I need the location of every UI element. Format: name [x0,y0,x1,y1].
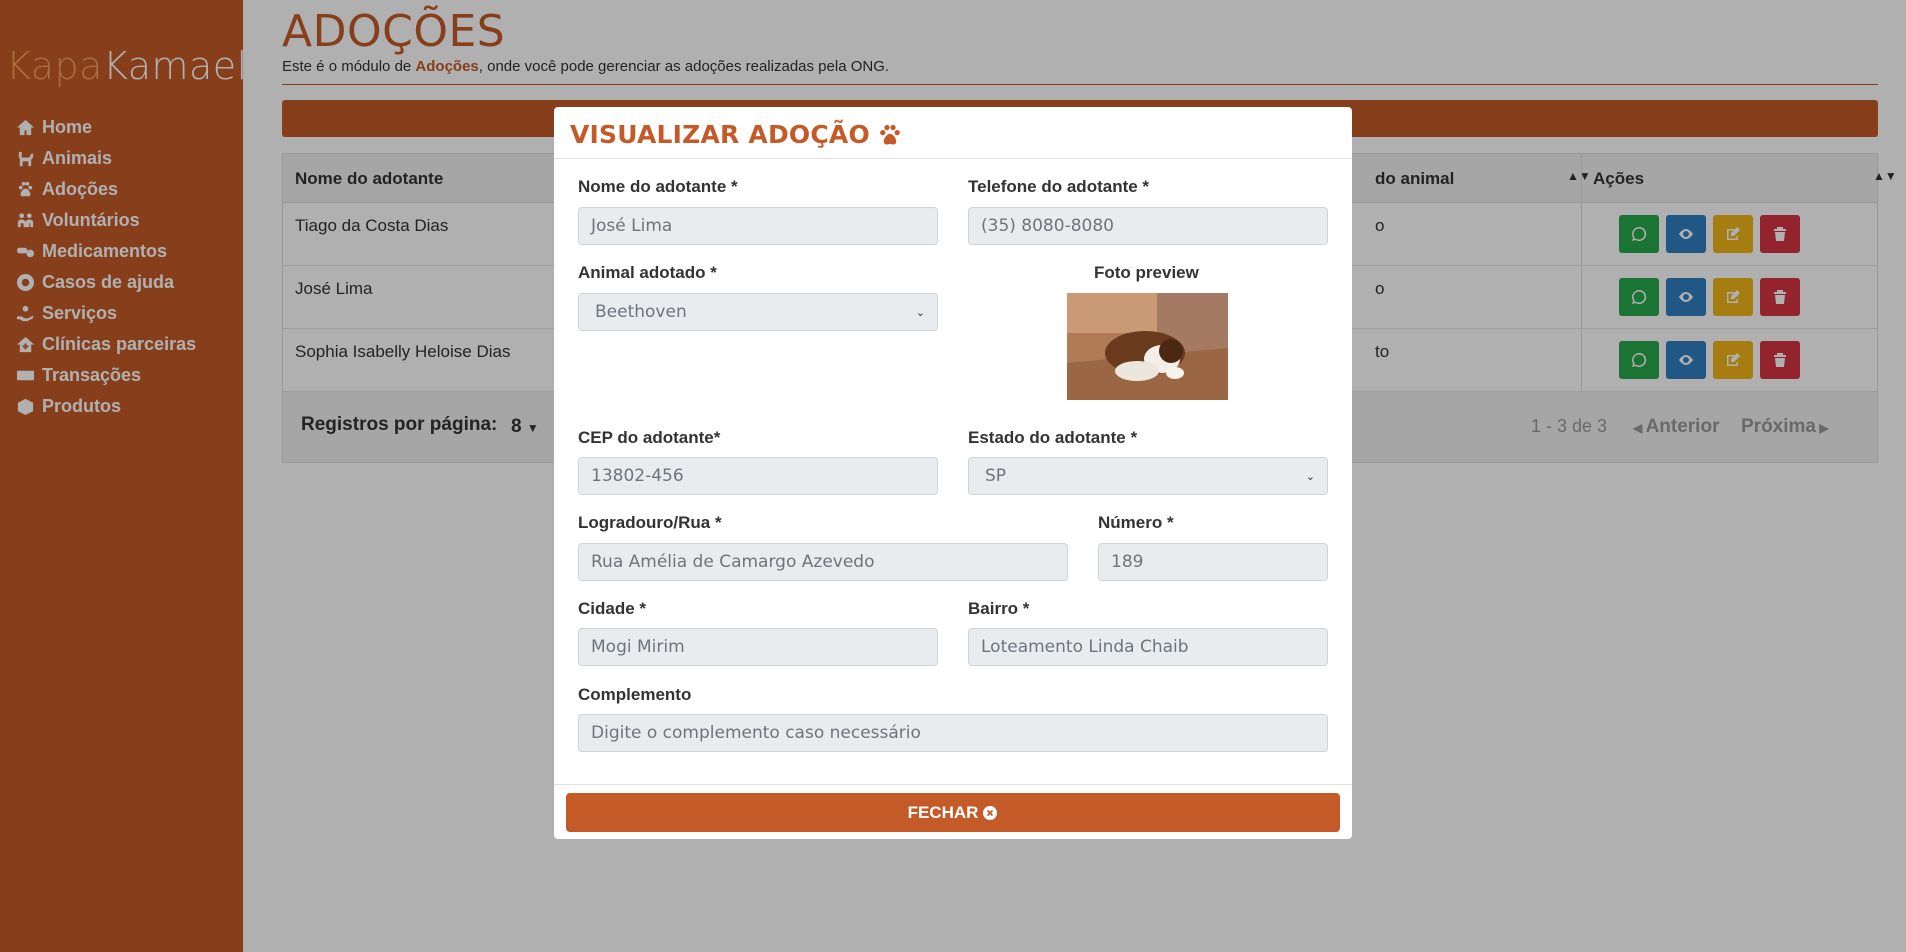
chevron-down-icon: ⌄ [1305,469,1315,483]
estado-select[interactable]: SP ⌄ [968,457,1328,495]
animal-photo [1067,293,1228,400]
animal-label: Animal adotado * [578,263,717,282]
cep-field[interactable]: 13802-456 [578,457,938,495]
numero-label: Número * [1098,513,1174,532]
chevron-down-icon: ⌄ [915,305,925,319]
cidade-field[interactable]: Mogi Mirim [578,628,938,666]
paw-icon [880,124,900,145]
bairro-label: Bairro * [968,599,1030,618]
cep-label: CEP do adotante* [578,428,721,447]
logradouro-field[interactable]: Rua Amélia de Camargo Azevedo [578,543,1068,581]
complemento-field[interactable]: Digite o complemento caso necessário [578,714,1328,752]
foto-preview-label: Foto preview [1094,263,1199,282]
nome-label: Nome do adotante * [578,177,738,196]
animal-select[interactable]: Beethoven ⌄ [578,293,938,331]
modal-title: VISUALIZAR ADOÇÃO [570,120,902,149]
numero-field[interactable]: 189 [1098,543,1328,581]
modal-footer: FECHAR [554,784,1352,839]
complemento-label: Complemento [578,685,692,704]
nome-field[interactable]: José Lima [578,207,938,245]
close-circle-icon [983,805,998,820]
telefone-label: Telefone do adotante * [968,177,1150,196]
logradouro-label: Logradouro/Rua * [578,513,722,532]
estado-label: Estado do adotante * [968,428,1138,447]
telefone-field[interactable]: (35) 8080-8080 [968,207,1328,245]
close-button[interactable]: FECHAR [566,793,1340,832]
modal-header: VISUALIZAR ADOÇÃO [554,107,1352,159]
cidade-label: Cidade * [578,599,647,618]
view-adoption-modal: VISUALIZAR ADOÇÃO Nome do adotante * Jos… [554,107,1352,839]
bairro-field[interactable]: Loteamento Linda Chaib [968,628,1328,666]
